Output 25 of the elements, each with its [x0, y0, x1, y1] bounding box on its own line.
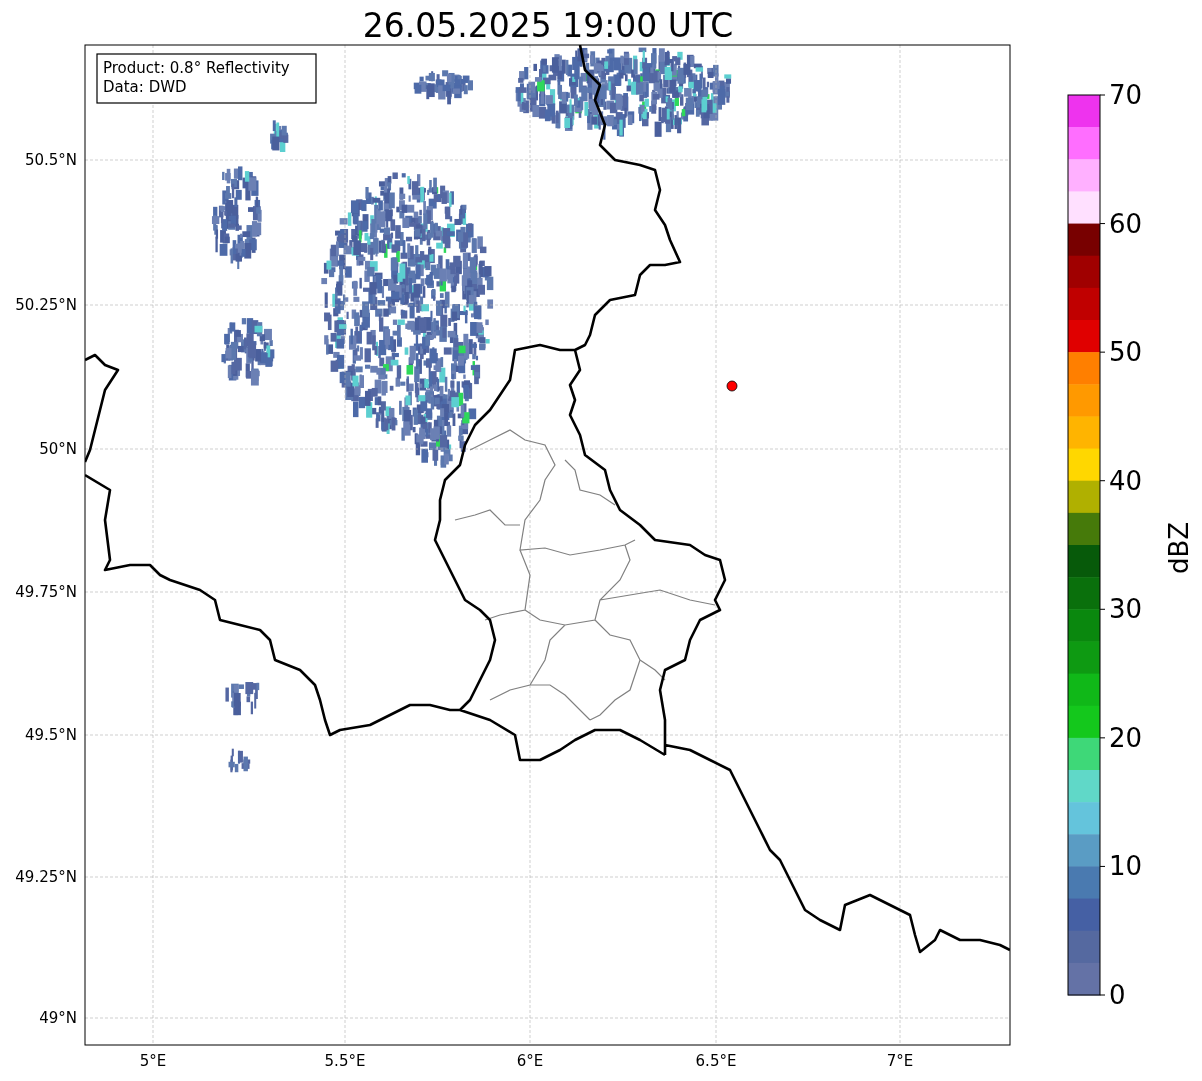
colorbar-label: dBZ: [1164, 521, 1194, 575]
axis-tick-label: 6.5°E: [695, 1052, 737, 1070]
info-text: Data: DWD: [103, 78, 187, 96]
axis-tick-label: 5°E: [139, 1052, 167, 1070]
location-marker: [726, 380, 738, 392]
axis-tick-label: 6°E: [516, 1052, 544, 1070]
colorbar-tick-label: 20: [1109, 722, 1143, 753]
axis-tick-label: 5.5°E: [324, 1052, 366, 1070]
colorbar-tick-label: 0: [1109, 980, 1126, 1010]
colorbar-tick-label: 50: [1109, 337, 1143, 368]
colorbar-tick-label: 70: [1109, 80, 1143, 110]
axis-tick-label: 49.75°N: [15, 583, 77, 601]
chart-title: 26.05.2025 19:00 UTC: [362, 6, 734, 45]
axis-tick-label: 50°N: [39, 440, 77, 458]
colorbar-tick-label: 30: [1109, 594, 1143, 625]
axis-tick-label: 50.25°N: [15, 296, 77, 314]
colorbar-tick-label: 60: [1109, 208, 1143, 239]
axis-tick-label: 49°N: [39, 1009, 77, 1027]
axis-tick-label: 7°E: [886, 1052, 914, 1070]
axis-tick-label: 50.5°N: [24, 151, 77, 169]
colorbar-tick-label: 40: [1109, 465, 1143, 496]
colorbar-tick-label: 10: [1109, 851, 1143, 882]
axis-tick-label: 49.5°N: [24, 726, 77, 744]
info-text: Product: 0.8° Reflectivity: [103, 59, 290, 77]
axis-tick-label: 49.25°N: [15, 868, 77, 886]
